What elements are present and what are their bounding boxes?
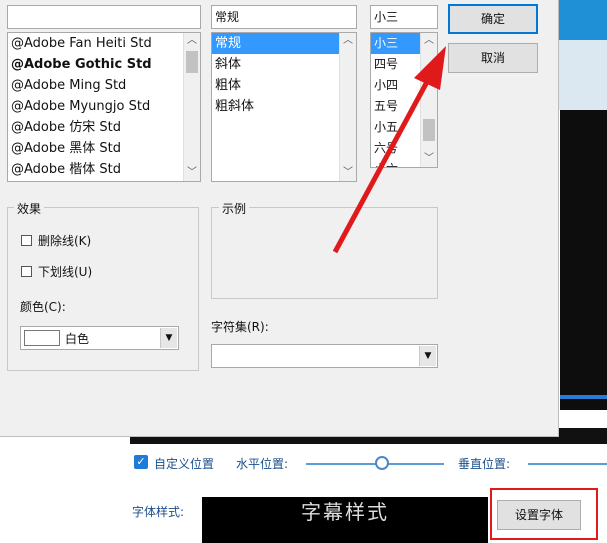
font-list-item[interactable]: @Adobe Myungjo Std [8, 96, 183, 117]
custom-position-checkbox[interactable]: ✓ [134, 455, 148, 469]
chevron-down-icon[interactable]: ▼ [160, 328, 177, 348]
scroll-thumb[interactable] [186, 51, 198, 73]
font-list-item[interactable]: @Adobe Gothic Std [8, 54, 183, 75]
horizontal-slider-thumb[interactable] [374, 456, 389, 470]
color-swatch [24, 330, 60, 346]
color-combobox[interactable]: 白色 ▼ [20, 326, 179, 350]
background-video-panel [560, 110, 607, 410]
style-list-item[interactable]: 粗斜体 [212, 96, 339, 117]
vertical-slider-track[interactable] [528, 463, 607, 465]
style-list-item[interactable]: 粗体 [212, 75, 339, 96]
horizontal-position-label: 水平位置: [236, 457, 289, 471]
cancel-button[interactable]: 取消 [448, 43, 538, 73]
chevron-down-icon[interactable]: ▼ [419, 346, 436, 366]
color-value: 白色 [65, 332, 90, 346]
font-list-item[interactable]: @Adobe Ming Std [8, 75, 183, 96]
font-size-input[interactable]: 小三 [370, 5, 438, 29]
vertical-position-label: 垂直位置: [458, 457, 511, 471]
background-panel-light [555, 40, 607, 110]
background-title-band [555, 0, 607, 40]
annotation-highlight-box [490, 488, 598, 540]
color-label: 颜色(C): [20, 300, 66, 314]
font-style-input[interactable]: 常规 [211, 5, 357, 29]
charset-label: 字符集(R): [211, 320, 269, 334]
strikeout-label: 删除线(K) [38, 234, 92, 248]
underline-label: 下划线(U) [38, 265, 93, 279]
font-list-item[interactable]: @Adobe 黑体 Std [8, 138, 183, 159]
ok-button[interactable]: 确定 [448, 4, 538, 34]
font-dialog: @Adobe Fan Heiti Std @Adobe Gothic Std @Ad… [0, 0, 559, 437]
strikeout-checkbox[interactable] [21, 235, 32, 246]
style-list-item[interactable]: 常规 [212, 33, 339, 54]
font-list-item[interactable]: @Adobe Fan Heiti Std [8, 33, 183, 54]
effects-title: 效果 [14, 200, 45, 217]
font-name-list[interactable]: @Adobe Fan Heiti Std @Adobe Gothic Std @Ad… [7, 32, 201, 182]
font-list-scrollbar[interactable]: ︿ ﹀ [183, 33, 200, 181]
scroll-up-icon[interactable]: ︿ [184, 33, 200, 49]
annotation-arrow [332, 46, 446, 254]
sample-title: 示例 [219, 200, 250, 217]
custom-position-label: 自定义位置 [154, 457, 215, 471]
style-list-item[interactable]: 斜体 [212, 54, 339, 75]
scroll-down-icon[interactable]: ﹀ [184, 165, 200, 181]
font-name-input[interactable] [7, 5, 201, 29]
subtitle-preview: 字幕样式 [202, 497, 488, 543]
underline-checkbox[interactable] [21, 266, 32, 277]
font-list-item[interactable]: @Adobe 楷体 Std [8, 159, 183, 180]
font-list-item[interactable]: @Adobe 仿宋 Std [8, 117, 183, 138]
background-accent-line [560, 395, 607, 399]
font-style-label: 字体样式: [132, 505, 185, 519]
charset-combobox[interactable]: ▼ [211, 344, 438, 368]
